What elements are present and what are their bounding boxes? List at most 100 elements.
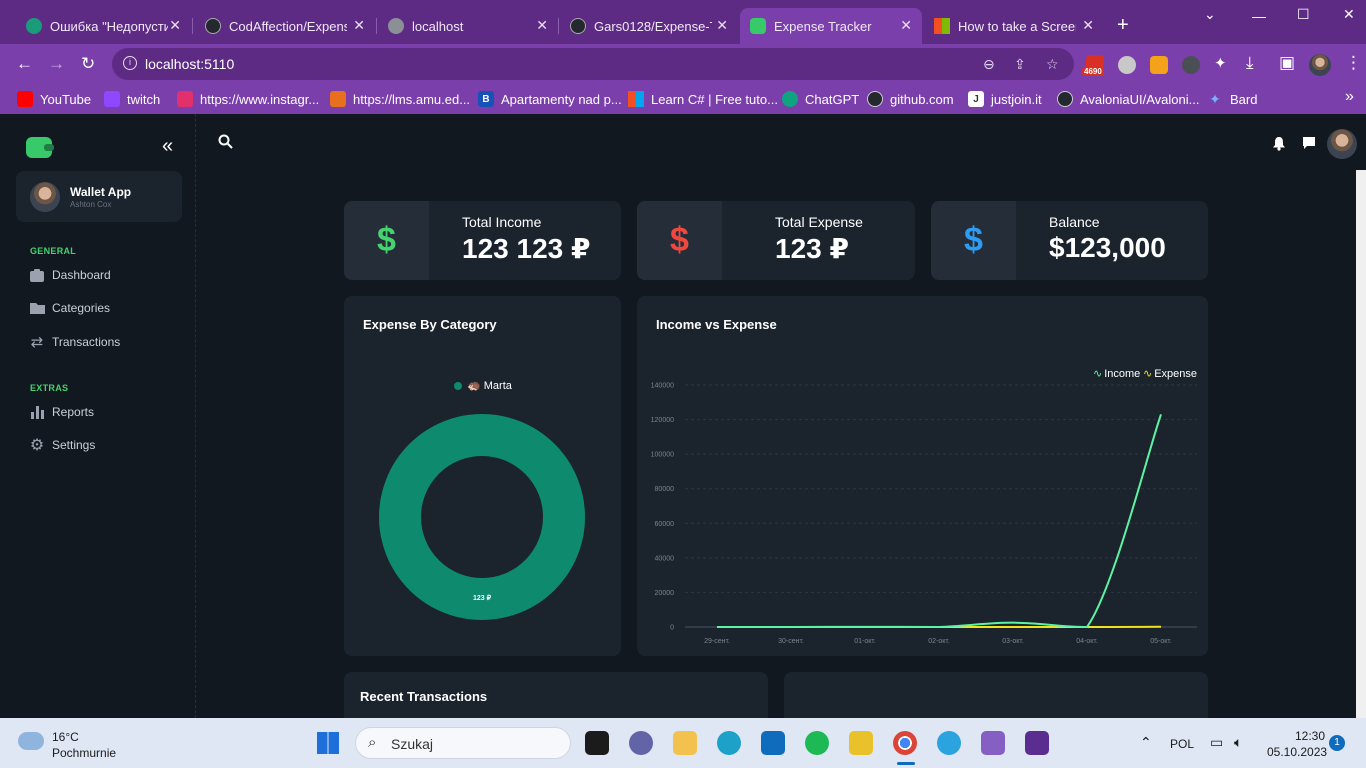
browser-profile-avatar[interactable] [1309, 54, 1331, 76]
zoom-icon[interactable]: ⊖ [983, 56, 995, 73]
tab-search-chevron-icon[interactable]: ⌄ [1204, 6, 1216, 23]
chrome-icon[interactable] [893, 731, 917, 755]
bookmark-lms[interactable]: https://lms.amu.ed... [330, 91, 470, 107]
bookmark-star-icon[interactable]: ☆ [1046, 56, 1059, 73]
minimize-icon[interactable]: — [1252, 8, 1266, 24]
browser-tab[interactable]: localhost ✕ [378, 8, 558, 44]
legend-item[interactable]: 🦔 Marta [454, 379, 512, 392]
lightbulb-extension-icon[interactable] [1118, 56, 1136, 74]
close-icon[interactable]: ✕ [169, 17, 181, 34]
teams-icon[interactable] [629, 731, 653, 755]
record-extension-icon[interactable] [1182, 56, 1200, 74]
windows-start-icon[interactable] [317, 732, 339, 754]
menu-dots-icon[interactable]: ⋮ [1345, 53, 1362, 73]
page-scrollbar[interactable] [1356, 170, 1366, 718]
sidebar-item-settings[interactable]: ⚙ Settings [29, 437, 96, 454]
weather-desc[interactable]: Pochmurnie [52, 746, 116, 760]
dollar-symbol: $ [670, 221, 689, 259]
bookmark-twitch[interactable]: twitch [104, 91, 160, 107]
browser-tab[interactable]: How to take a Screen ✕ [924, 8, 1104, 44]
close-icon[interactable]: ✕ [716, 17, 728, 34]
bookmark-learn-csharp[interactable]: Learn C# | Free tuto... [628, 91, 778, 107]
site-info-icon[interactable]: i [123, 56, 137, 70]
url-text[interactable]: localhost:5110 [145, 56, 234, 72]
maximize-icon[interactable]: ☐ [1297, 6, 1310, 23]
bookmark-justjoin[interactable]: Jjustjoin.it [968, 91, 1042, 107]
wallet-logo-icon[interactable] [26, 137, 54, 158]
weather-temp[interactable]: 16°C [52, 730, 79, 744]
new-tab-button[interactable]: + [1117, 14, 1129, 37]
dollar-symbol: $ [964, 221, 983, 259]
taskbar-search-text: Szukaj [391, 736, 434, 752]
address-bar[interactable]: i localhost:5110 ⊖ ⇪ ☆ [112, 48, 1074, 80]
empty-card [784, 672, 1208, 718]
close-icon[interactable]: ✕ [353, 17, 365, 34]
close-icon[interactable]: ✕ [536, 17, 548, 34]
bookmark-chatgpt[interactable]: ChatGPT [782, 91, 859, 107]
x-tick-label: 05-окт. [1150, 638, 1172, 645]
sidebar-item-reports[interactable]: Reports [29, 405, 94, 419]
browser-tab[interactable]: Gars0128/Expense-Tr ✕ [560, 8, 738, 44]
browser-tab-active[interactable]: Expense Tracker ✕ [740, 8, 922, 44]
bookmark-instagram[interactable]: https://www.instagr... [177, 91, 319, 107]
taskbar-search[interactable]: ⌕ Szukaj [355, 727, 571, 759]
side-panel-icon[interactable]: ▣ [1279, 53, 1295, 73]
download-icon[interactable]: ⤓ [1246, 53, 1254, 73]
shield-extension-icon[interactable] [1150, 56, 1168, 74]
bookmark-apartamenty[interactable]: B Apartamenty nad p... [478, 91, 622, 107]
forward-arrow-icon[interactable]: → [48, 54, 65, 74]
close-window-icon[interactable]: ✕ [1343, 6, 1355, 23]
bookmark-youtube[interactable]: YouTube [17, 91, 91, 107]
chevron-up-icon[interactable]: ⌃ [1140, 734, 1152, 751]
user-avatar[interactable] [1327, 129, 1357, 159]
github-icon [205, 18, 221, 34]
bookmark-label: twitch [127, 91, 161, 107]
github-icon [570, 18, 586, 34]
network-icon[interactable]: ▭ [1210, 734, 1223, 751]
back-arrow-icon[interactable]: ← [16, 54, 33, 74]
bookmark-avalonia[interactable]: AvaloniaUI/Avaloni... [1057, 91, 1199, 107]
cloud-icon [18, 732, 44, 750]
transfer-icon: ⇄ [30, 334, 44, 351]
sidebar-item-categories[interactable]: Categories [29, 301, 110, 315]
extension-badge: 4690 [1082, 67, 1104, 76]
bookmark-bard[interactable]: ✦ Bard [1207, 91, 1257, 107]
sidebar-item-transactions[interactable]: ⇄ Transactions [29, 334, 121, 351]
notification-badge[interactable]: 1 [1329, 735, 1345, 751]
reload-icon[interactable]: ↻ [81, 54, 95, 74]
stat-value: 123 123 ₽ [462, 233, 591, 264]
more-bookmarks-button[interactable]: » [1345, 88, 1354, 106]
clock-date[interactable]: 05.10.2023 [1267, 745, 1327, 759]
lms-icon [330, 91, 346, 107]
sidebar-item-label: Reports [52, 405, 95, 419]
puzzle-icon[interactable]: ✦ [1214, 54, 1227, 72]
edge-icon[interactable] [717, 731, 741, 755]
store-icon[interactable] [761, 731, 785, 755]
bell-icon[interactable] [1272, 136, 1286, 156]
share-icon[interactable]: ⇪ [1014, 56, 1026, 73]
file-explorer-icon[interactable] [673, 731, 697, 755]
github-icon [1057, 91, 1073, 107]
bookmark-label: https://lms.amu.ed... [353, 91, 471, 107]
search-icon[interactable] [218, 134, 233, 154]
volume-icon[interactable]: 🔈︎ [1234, 734, 1242, 751]
tools-icon[interactable] [849, 731, 873, 755]
close-icon[interactable]: ✕ [900, 17, 912, 34]
sidebar-item-dashboard[interactable]: Dashboard [29, 268, 111, 282]
language-indicator[interactable]: POL [1170, 737, 1194, 751]
donut-slice[interactable] [379, 414, 585, 620]
terminal-icon[interactable] [1025, 731, 1049, 755]
tab-separator [376, 18, 377, 34]
visual-studio-icon[interactable] [981, 731, 1005, 755]
collapse-sidebar-icon[interactable]: « [162, 135, 173, 158]
task-view-icon[interactable] [585, 731, 609, 755]
close-icon[interactable]: ✕ [1082, 17, 1094, 34]
telegram-icon[interactable] [937, 731, 961, 755]
profile-card[interactable]: Wallet App Ashton Cox [16, 171, 182, 222]
browser-tab[interactable]: Ошибка "Недопусти ✕ [16, 8, 191, 44]
bookmark-github[interactable]: github.com [867, 91, 954, 107]
clock-time[interactable]: 12:30 [1295, 729, 1325, 743]
chat-icon[interactable] [1302, 136, 1316, 155]
browser-tab[interactable]: CodAffection/Expens ✕ [195, 8, 375, 44]
spotify-icon[interactable] [805, 731, 829, 755]
